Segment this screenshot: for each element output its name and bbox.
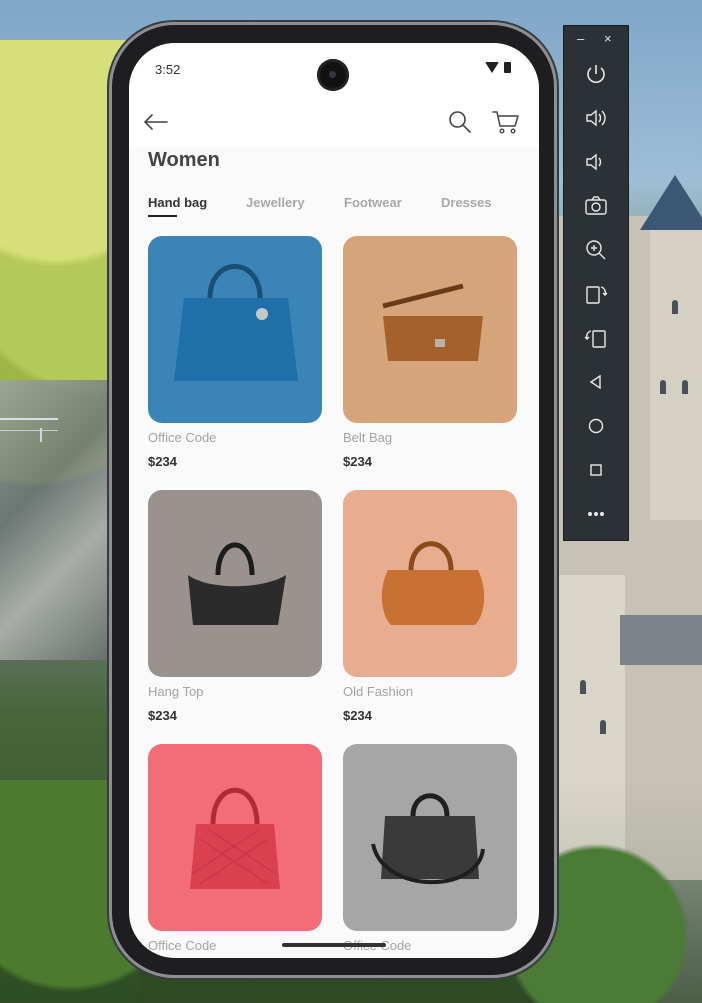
front-camera — [317, 59, 349, 91]
arrow-left-icon — [143, 114, 168, 130]
castle-window — [580, 680, 586, 694]
active-tab-indicator — [148, 215, 177, 217]
volume-down-button[interactable] — [581, 147, 611, 177]
bridge-scenery — [0, 418, 58, 431]
tab-dresses[interactable]: Dresses — [441, 195, 492, 210]
quilted-bag-image — [148, 744, 322, 931]
product-image[interactable] — [148, 744, 322, 931]
overview-nav-button[interactable] — [581, 455, 611, 485]
rotate-left-icon — [586, 286, 608, 304]
product-name: Belt Bag — [343, 430, 393, 445]
camera-icon — [585, 196, 607, 215]
product-image[interactable] — [343, 490, 517, 677]
product-image[interactable] — [343, 744, 517, 931]
close-button[interactable]: × — [604, 31, 612, 46]
back-triangle-icon — [589, 374, 601, 390]
zoom-button[interactable] — [581, 235, 611, 265]
screenshot-button[interactable] — [581, 191, 611, 221]
rotate-right-icon — [584, 330, 606, 348]
castle-roof — [640, 175, 702, 230]
duffel-bag-image — [343, 490, 517, 677]
home-nav-button[interactable] — [581, 411, 611, 441]
bridge-leg — [40, 428, 42, 442]
product-image[interactable] — [148, 490, 322, 677]
volume-up-button[interactable] — [581, 103, 611, 133]
product-price: $234 — [343, 454, 372, 469]
castle-roof-lower — [620, 615, 702, 665]
more-options-button[interactable] — [581, 499, 611, 529]
product-price: $234 — [343, 708, 372, 723]
minimize-button[interactable]: – — [577, 31, 584, 46]
volume-down-icon — [586, 153, 602, 171]
toolbar-title-bar: – × — [564, 26, 628, 54]
cart-button[interactable] — [491, 107, 521, 137]
volume-up-icon — [586, 109, 606, 127]
back-nav-button[interactable] — [581, 367, 611, 397]
app-bar — [129, 101, 539, 147]
laptop-bag-image — [343, 744, 517, 931]
product-image[interactable] — [343, 236, 517, 423]
more-icon — [588, 512, 604, 516]
zoom-icon — [586, 240, 606, 260]
phone-screen: 3:52 Women Hand bag Jewellery Footwear D… — [129, 43, 539, 958]
product-image[interactable] — [148, 236, 322, 423]
home-circle-icon — [588, 418, 604, 434]
product-name: Office Code — [148, 430, 217, 445]
category-tabs: Hand bag Jewellery Footwear Dresses — [148, 195, 528, 221]
castle-window — [672, 300, 678, 314]
product-name: Office Code — [148, 938, 217, 953]
handbag-image — [148, 236, 322, 423]
wifi-icon — [485, 62, 499, 73]
home-indicator[interactable] — [282, 943, 386, 947]
product-name: Hang Top — [148, 684, 204, 699]
castle-window — [660, 380, 666, 394]
search-button[interactable] — [445, 107, 475, 137]
cart-icon — [492, 111, 519, 134]
status-bar: 3:52 — [129, 43, 539, 101]
overview-square-icon — [590, 464, 602, 476]
castle-window — [600, 720, 606, 734]
castle-tower — [650, 220, 702, 520]
search-icon — [449, 111, 471, 133]
castle-window — [682, 380, 688, 394]
power-icon — [587, 65, 605, 83]
tab-hand-bag[interactable]: Hand bag — [148, 195, 207, 210]
power-button[interactable] — [581, 59, 611, 89]
product-name: Old Fashion — [343, 684, 414, 699]
product-price: $234 — [148, 708, 177, 723]
hang-top-bag-image — [148, 490, 322, 677]
back-button[interactable] — [141, 107, 171, 137]
page-title: Women — [148, 149, 220, 171]
rotate-left-button[interactable] — [581, 279, 611, 309]
battery-icon — [504, 62, 511, 73]
emulator-toolbar: – × — [563, 25, 629, 541]
belt-bag-image — [343, 236, 517, 423]
status-time: 3:52 — [155, 62, 181, 77]
tab-footwear[interactable]: Footwear — [344, 195, 402, 210]
rotate-right-button[interactable] — [581, 323, 611, 353]
product-price: $234 — [148, 454, 177, 469]
status-icons — [485, 62, 511, 73]
tab-jewellery[interactable]: Jewellery — [246, 195, 305, 210]
